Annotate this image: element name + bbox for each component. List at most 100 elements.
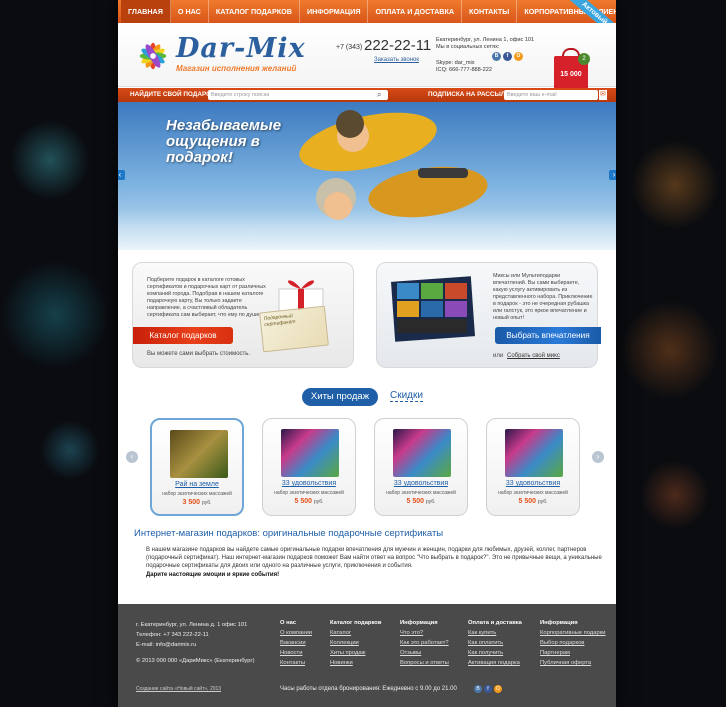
product-name[interactable]: 33 удовольствия [487, 480, 579, 487]
footer-link[interactable]: Активация подарка [468, 658, 522, 668]
footer-link[interactable]: Как получить [468, 648, 522, 658]
product-subtitle: набор экзотических массажей [162, 491, 232, 497]
or-text: или [493, 353, 504, 359]
promo-catalog-text: Подберите подарок в каталоге готовых сер… [147, 277, 266, 318]
vk-icon[interactable]: В [492, 52, 501, 61]
facebook-icon[interactable]: f [484, 685, 492, 693]
footer-col-title: Каталог подарков [330, 620, 382, 626]
footer-link[interactable]: Что это? [400, 628, 449, 638]
search-bar: НАЙДИТЕ СВОЙ ПОДАРОК Введите строку поис… [118, 88, 616, 102]
hero-next-arrow[interactable]: › [609, 170, 616, 180]
phone-number: 222-22-11 [364, 37, 432, 54]
footer-col-title: Оплата и доставка [468, 620, 522, 626]
hero-skydivers-image [299, 110, 488, 220]
product-price: 3 500 руб. [182, 499, 212, 506]
footer-link[interactable]: Как купить [468, 628, 522, 638]
logo-subtitle: Магазин исполнения желаний [176, 64, 297, 73]
carousel-next-arrow[interactable]: › [592, 451, 604, 463]
footer-phone: Телефон: +7 343 222-22-11 [136, 632, 209, 638]
logo-flower-icon[interactable] [134, 37, 172, 75]
odnoklassniki-icon[interactable]: О [494, 685, 502, 693]
facebook-icon[interactable]: f [503, 52, 512, 61]
footer-link[interactable]: Партнерам [540, 648, 606, 658]
tab-discounts[interactable]: Скидки [390, 390, 423, 402]
product-image[interactable] [170, 430, 228, 478]
social-label: Мы в социальных сетях: [436, 44, 500, 50]
hero-prev-arrow[interactable]: ‹ [118, 170, 125, 180]
footer-link[interactable]: Вакансии [280, 638, 312, 648]
subscribe-input[interactable]: Введите ваш e-mail [504, 90, 598, 100]
footer-col-payment: Оплата и доставка Как купить Как оплатит… [468, 618, 522, 668]
footer-col-title: Информация [540, 620, 578, 626]
product-name[interactable]: 33 удовольствия [263, 480, 355, 487]
footer-link[interactable]: Контакты [280, 658, 312, 668]
carousel-prev-arrow[interactable]: ‹ [126, 451, 138, 463]
product-price: 5 500 руб. [518, 498, 548, 505]
nav-item-about[interactable]: О НАС [171, 0, 209, 23]
article-title: Интернет-магазин подарков: оригинальные … [134, 528, 444, 539]
product-tabs: Хиты продаж Скидки [118, 388, 616, 408]
product-card[interactable]: Рай на земле набор экзотических массажей… [150, 418, 244, 516]
hero-headline: Незабываемые ощущения в подарок! [166, 117, 282, 166]
product-image[interactable] [505, 429, 563, 477]
page: ГЛАВНАЯ О НАС КАТАЛОГ ПОДАРКОВ ИНФОРМАЦИ… [118, 0, 616, 707]
vk-icon[interactable]: В [474, 685, 482, 693]
promo-experiences: Миксы или Мультиподарки впечатлений. Вы … [376, 262, 601, 368]
product-price: 5 500 руб. [406, 498, 436, 505]
product-subtitle: набор экзотических массажей [386, 490, 456, 496]
product-name[interactable]: 33 удовольствия [375, 480, 467, 487]
choose-experiences-button[interactable]: Выбрать впечатления [495, 327, 601, 344]
footer-copyright: © 2013 000 000 «ДариМикс» (Екатеринбург) [136, 658, 255, 664]
booking-hours: Часы работы отдела бронирования: Ежеднев… [280, 686, 457, 692]
product-card[interactable]: 33 удовольствия набор экзотических масса… [374, 418, 468, 516]
background-bokeh [10, 120, 90, 200]
footer-link[interactable]: Новинки [330, 658, 381, 668]
footer-link[interactable]: О компании [280, 628, 312, 638]
creator-link[interactable]: Создание сайта «Новый сайт», 2013 [136, 686, 221, 692]
logo-text[interactable]: Dar-Mix [176, 33, 306, 64]
build-mix-link[interactable]: Собрать свой микс [507, 353, 560, 360]
article-tagline: Дарите настоящие эмоции и яркие события! [146, 572, 280, 578]
address: Екатеринбург, ул. Ленина 1, офис 101 [436, 37, 535, 43]
nav-item-catalog[interactable]: КАТАЛОГ ПОДАРКОВ [209, 0, 300, 23]
footer-link[interactable]: Новости [280, 648, 312, 658]
catalog-button[interactable]: Каталог подарков [133, 327, 233, 344]
product-card[interactable]: 33 удовольствия набор экзотических масса… [486, 418, 580, 516]
footer-link[interactable]: Публичная оферта [540, 658, 606, 668]
top-nav: ГЛАВНАЯ О НАС КАТАЛОГ ПОДАРКОВ ИНФОРМАЦИ… [118, 0, 616, 23]
footer-link[interactable]: Коллекции [330, 638, 381, 648]
nav-item-payment[interactable]: ОПЛАТА И ДОСТАВКА [368, 0, 463, 23]
product-card[interactable]: 33 удовольствия набор экзотических масса… [262, 418, 356, 516]
envelope-icon[interactable]: ✉ [599, 90, 607, 100]
subscribe-label: ПОДПИСКА НА РАССЫЛКУ [428, 91, 514, 98]
footer-link[interactable]: Как это работает? [400, 638, 449, 648]
nav-item-info[interactable]: ИНФОРМАЦИЯ [300, 0, 369, 23]
footer-link[interactable]: Вопросы и ответы [400, 658, 449, 668]
footer-link[interactable]: Хиты продаж [330, 648, 381, 658]
footer-col-info: Информация Что это? Как это работает? От… [400, 618, 449, 668]
product-subtitle: набор экзотических массажей [274, 490, 344, 496]
odnoklassniki-icon[interactable]: О [514, 52, 523, 61]
hero-banner[interactable]: Незабываемые ощущения в подарок! ‹ › [118, 102, 616, 250]
gift-certificate-card: Подарочный сертификат [259, 305, 329, 353]
article-body: В нашем магазине подарков вы найдете сам… [146, 547, 602, 569]
search-icon[interactable]: ⌕ [377, 90, 381, 100]
search-input[interactable]: Введите строку поиска [208, 90, 388, 100]
product-image[interactable] [281, 429, 339, 477]
footer-link[interactable]: Отзывы [400, 648, 449, 658]
promo-experiences-text: Миксы или Мультиподарки впечатлений. Вы … [493, 273, 593, 321]
footer-link[interactable]: Как оплатить [468, 638, 522, 648]
nav-item-contacts[interactable]: КОНТАКТЫ [462, 0, 518, 23]
product-price: 5 500 руб. [294, 498, 324, 505]
callback-link[interactable]: Заказать звонок [374, 57, 419, 63]
footer-link[interactable]: Выбор подарков [540, 638, 606, 648]
background-bokeh [630, 140, 720, 230]
product-name[interactable]: Рай на земле [152, 481, 242, 488]
product-image[interactable] [393, 429, 451, 477]
experience-box-image [391, 276, 475, 342]
nav-item-home[interactable]: ГЛАВНАЯ [121, 0, 171, 23]
tab-bestsellers[interactable]: Хиты продаж [302, 388, 378, 406]
footer-link[interactable]: Корпоративные подарки [540, 628, 606, 638]
footer-link[interactable]: Каталог [330, 628, 381, 638]
footer-col-title: О нас [280, 620, 297, 626]
